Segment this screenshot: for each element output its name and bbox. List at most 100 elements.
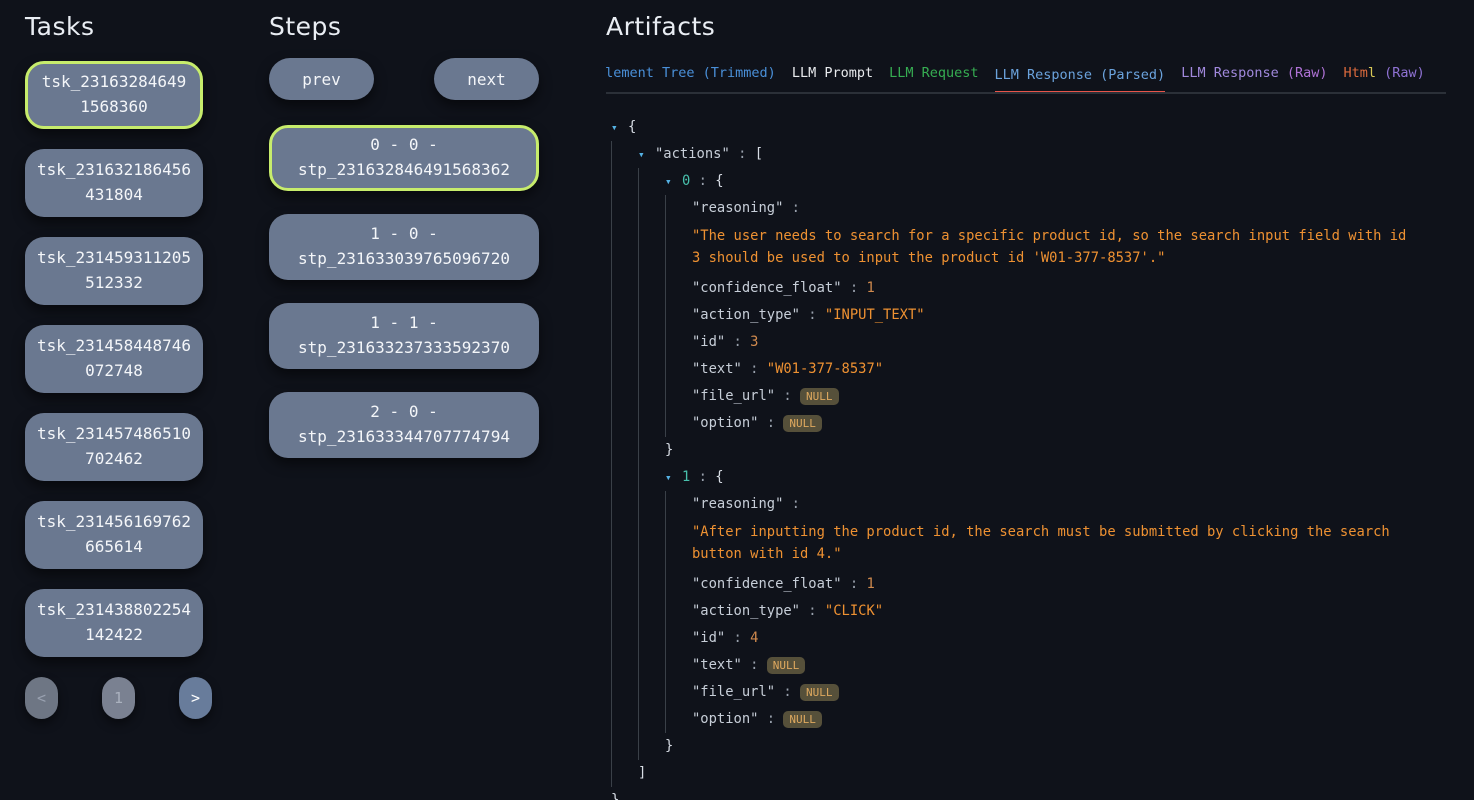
json-key: "id" — [692, 334, 725, 350]
collapse-arrow-icon[interactable]: ▾ — [665, 464, 682, 491]
tree-row: } — [611, 787, 1446, 800]
tree-line-content: "confidence_float" : 1 — [692, 275, 875, 302]
tree-line-content: { — [628, 114, 636, 141]
json-key: "reasoning" — [692, 496, 783, 512]
json-key: "id" — [692, 630, 725, 646]
json-punct: } — [665, 738, 673, 754]
tab-html-raw[interactable]: Html (Raw) — [1344, 65, 1425, 92]
tree-line-content: "option" : NULL — [692, 706, 822, 733]
pagination-prev-button[interactable]: < — [25, 677, 58, 719]
json-string: "INPUT_TEXT" — [825, 307, 925, 323]
indent-guide-line — [665, 410, 692, 437]
indent-guide-line — [638, 302, 665, 329]
tree-row: "action_type" : "INPUT_TEXT" — [611, 302, 1446, 329]
json-colon: : — [730, 146, 755, 162]
indent-guide-line — [611, 275, 638, 302]
json-colon: : — [842, 576, 867, 592]
steps-next-button[interactable]: next — [434, 58, 539, 100]
tasks-panel: Tasks tsk_231632846491568360 tsk_23163218… — [25, 12, 215, 719]
tree-line-content: ] — [638, 760, 646, 787]
indent-guide-line — [638, 571, 665, 598]
tree-row: "text" : "W01-377-8537" — [611, 356, 1446, 383]
steps-title: Steps — [269, 12, 539, 41]
step-item[interactable]: 0 - 0 - stp_231632846491568362 — [269, 125, 539, 191]
json-string-value: "After inputting the product id, the sea… — [692, 518, 1416, 571]
indent-guide-line — [638, 598, 665, 625]
json-key: "option" — [692, 415, 758, 431]
step-item[interactable]: 2 - 0 - stp_231633344707774794 — [269, 392, 539, 458]
step-item[interactable]: 1 - 1 - stp_231633237333592370 — [269, 303, 539, 369]
json-number: 1 — [866, 576, 874, 592]
indent-guide-line — [665, 491, 692, 518]
tab-label-segment: (Raw) — [1287, 65, 1328, 81]
indent-guide-line — [638, 168, 665, 195]
tab-element-tree-trimmed[interactable]: Element Tree (Trimmed) — [606, 65, 776, 92]
tree-row: "id" : 4 — [611, 625, 1446, 652]
indent-guide-line — [638, 410, 665, 437]
tree-row: "confidence_float" : 1 — [611, 275, 1446, 302]
tree-line-content: 1 : { — [682, 464, 724, 491]
json-punct: { — [715, 173, 723, 189]
tab-label-segment: LLM Response (Parsed) — [995, 67, 1166, 83]
json-key: "confidence_float" — [692, 280, 842, 296]
task-item[interactable]: tsk_231459311205512332 — [25, 237, 203, 305]
indent-guide-line — [638, 356, 665, 383]
tree-row: ] — [611, 760, 1446, 787]
indent-guide-line — [611, 706, 638, 733]
tab-label-segment — [1376, 65, 1384, 81]
collapse-arrow-icon[interactable]: ▾ — [638, 141, 655, 168]
tree-line-content: "id" : 4 — [692, 625, 758, 652]
tree-line-content: "id" : 3 — [692, 329, 758, 356]
collapse-arrow-icon[interactable]: ▾ — [611, 114, 628, 141]
tab-llm-response-raw[interactable]: LLM Response (Raw) — [1181, 65, 1327, 92]
artifacts-tabs: Element Tree (Trimmed) LLM Prompt LLM Requ… — [606, 65, 1446, 94]
task-item[interactable]: tsk_231632846491568360 — [25, 61, 203, 129]
pagination-page-button[interactable]: 1 — [102, 677, 135, 719]
indent-guide-line — [665, 625, 692, 652]
tasks-title: Tasks — [25, 12, 215, 41]
json-key: "text" — [692, 361, 742, 377]
pagination-next-button[interactable]: > — [179, 677, 212, 719]
json-colon: : — [800, 603, 825, 619]
indent-guide-line — [638, 679, 665, 706]
json-key: "option" — [692, 711, 758, 727]
steps-prev-button[interactable]: prev — [269, 58, 374, 100]
null-badge: NULL — [800, 388, 839, 405]
tasks-pagination: < 1 > — [25, 677, 212, 719]
json-number: 3 — [750, 334, 758, 350]
tree-row: "confidence_float" : 1 — [611, 571, 1446, 598]
indent-guide-line — [611, 733, 638, 760]
null-badge: NULL — [783, 711, 822, 728]
tree-line-content: "reasoning" : — [692, 491, 800, 518]
indent-guide-line — [611, 518, 638, 571]
json-colon: : — [783, 200, 800, 216]
null-badge: NULL — [800, 684, 839, 701]
tree-line-content: "confidence_float" : 1 — [692, 571, 875, 598]
indent-guide-line — [611, 356, 638, 383]
tab-label-segment: LLM Request — [889, 65, 978, 81]
json-colon: : — [783, 496, 800, 512]
tab-llm-prompt[interactable]: LLM Prompt — [792, 65, 873, 92]
task-item[interactable]: tsk_231632186456431804 — [25, 149, 203, 217]
indent-guide-line — [611, 491, 638, 518]
indent-guide-line — [638, 733, 665, 760]
tree-row: ▾0 : { — [611, 168, 1446, 195]
indent-guide-line — [611, 571, 638, 598]
tab-llm-request[interactable]: LLM Request — [889, 65, 978, 92]
json-key: "file_url" — [692, 388, 775, 404]
step-item[interactable]: 1 - 0 - stp_231633039765096720 — [269, 214, 539, 280]
indent-guide-line — [611, 679, 638, 706]
tab-llm-response-parsed[interactable]: LLM Response (Parsed) — [995, 67, 1166, 94]
indent-guide-line — [638, 195, 665, 222]
task-item[interactable]: tsk_231456169762665614 — [25, 501, 203, 569]
task-item[interactable]: tsk_231458448746072748 — [25, 325, 203, 393]
tree-row: ▾"actions" : [ — [611, 141, 1446, 168]
task-item[interactable]: tsk_231438802254142422 — [25, 589, 203, 657]
task-item[interactable]: tsk_231457486510702462 — [25, 413, 203, 481]
steps-panel: Steps prev next 0 - 0 - stp_231632846491… — [269, 12, 539, 481]
tree-line-content: 0 : { — [682, 168, 724, 195]
json-punct: { — [715, 469, 723, 485]
tree-row: ▾1 : { — [611, 464, 1446, 491]
collapse-arrow-icon[interactable]: ▾ — [665, 168, 682, 195]
indent-guide-line — [638, 383, 665, 410]
